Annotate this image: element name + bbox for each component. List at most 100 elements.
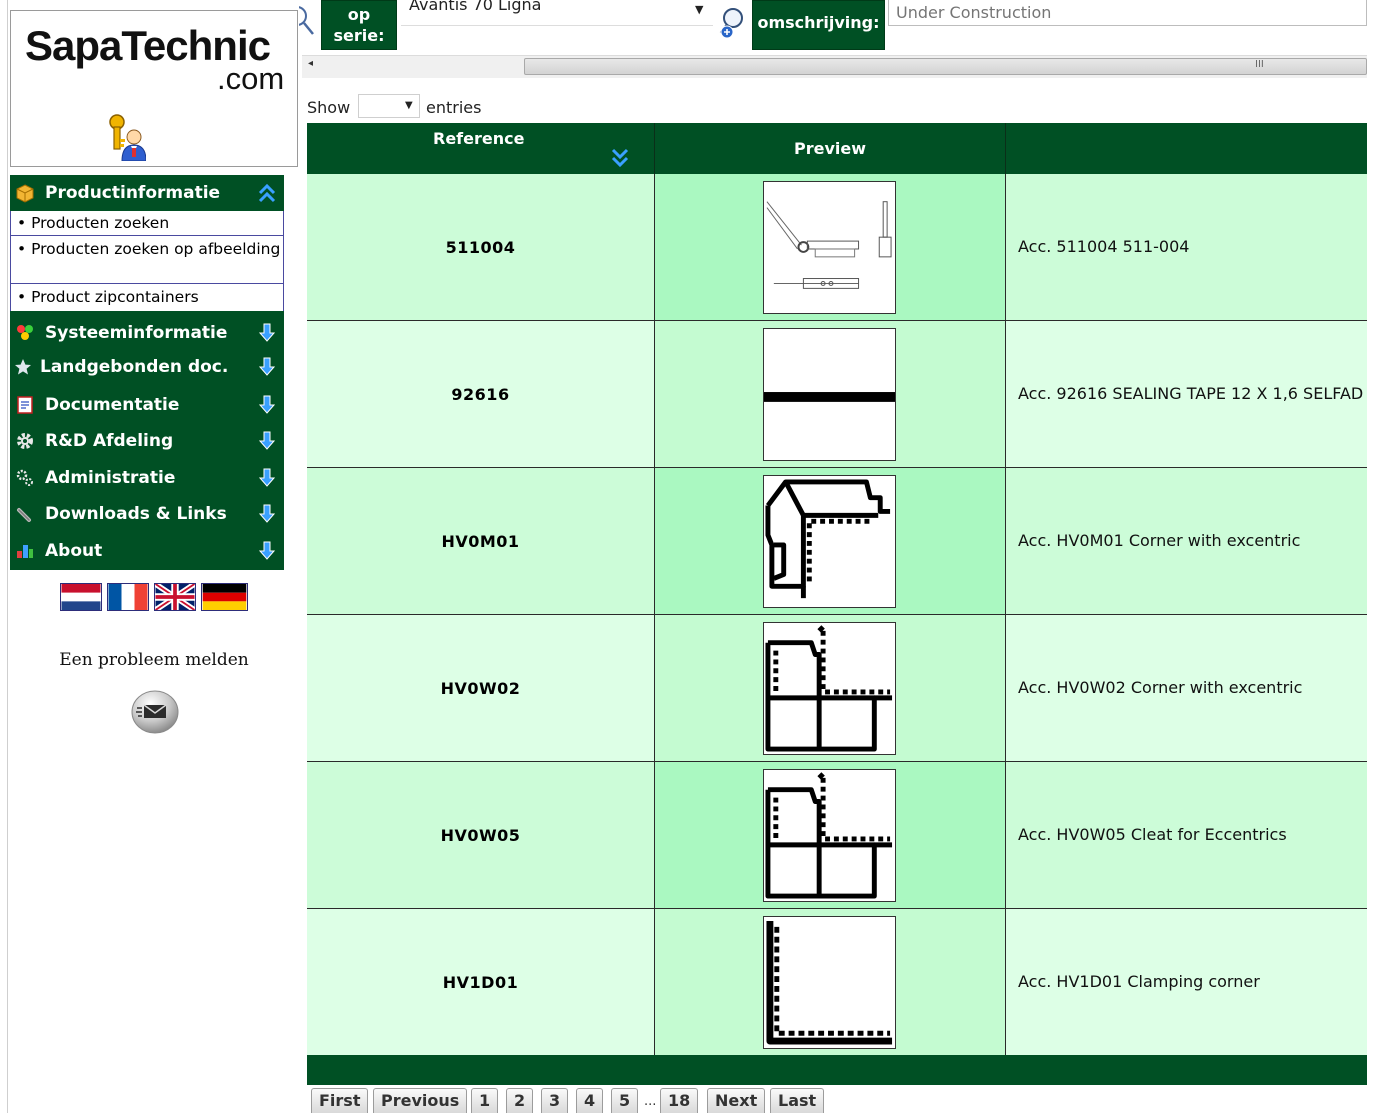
preview-image-hv0m01[interactable]: [763, 475, 896, 608]
arrow-down-icon: [258, 431, 276, 450]
menu-section-label: R&D Afdeling: [45, 431, 174, 451]
cell-reference[interactable]: HV1D01: [307, 909, 654, 1055]
column-header-preview[interactable]: Preview: [655, 123, 1005, 174]
flag-de-icon[interactable]: [201, 583, 248, 611]
menu-section-landgebonden[interactable]: Landgebonden doc.: [10, 351, 284, 387]
cell-description[interactable]: Acc. HV0M01 Corner with excentric: [1006, 468, 1367, 614]
cell-description[interactable]: Acc. HV0W02 Corner with excentric: [1006, 615, 1367, 761]
horizontal-scrollbar[interactable]: ◂ III: [302, 55, 1367, 78]
search-add-icon[interactable]: [717, 6, 747, 40]
preview-image-511004[interactable]: [763, 181, 896, 314]
cell-description[interactable]: Acc. 511004 511-004: [1006, 174, 1367, 320]
menu-section-label: About: [45, 541, 103, 561]
menu-section-downloads-links[interactable]: Downloads & Links: [10, 498, 284, 534]
table-row[interactable]: HV0M01 Acc. HV0M01 Corner with excentric: [307, 468, 1367, 615]
page-2-button[interactable]: 2: [506, 1088, 534, 1113]
user-keys-icon: [109, 114, 146, 161]
arrow-down-icon: [258, 395, 276, 414]
show-label: Show: [307, 98, 351, 117]
flag-nl-icon[interactable]: [60, 583, 102, 611]
cell-reference[interactable]: HV0W05: [307, 762, 654, 908]
cell-reference[interactable]: 511004: [307, 174, 654, 320]
arrow-down-icon: [258, 504, 276, 523]
page-5-button[interactable]: 5: [611, 1088, 639, 1113]
preview-image-92616[interactable]: [763, 328, 896, 461]
table-row[interactable]: 511004 Acc. 511004 511-004: [307, 174, 1367, 321]
mail-icon[interactable]: [131, 688, 179, 734]
page-left-border: [7, 0, 8, 1113]
dropdown-arrow-icon: ▼: [695, 3, 704, 16]
arrow-down-icon: [258, 357, 276, 376]
table-row[interactable]: HV0W05 Acc. HV0W05 Cleat for Eccentrics: [307, 762, 1367, 909]
page-1-button[interactable]: 1: [471, 1088, 499, 1113]
magnifier-icon[interactable]: [299, 4, 317, 38]
preview-image-hv0w05[interactable]: [763, 769, 896, 902]
menu-section-label: Administratie: [45, 468, 176, 488]
description-label: omschrijving:: [752, 0, 885, 50]
scroll-left-arrow-icon[interactable]: ◂: [308, 58, 313, 69]
results-table: Reference Preview 511004 Acc. 511004 511…: [307, 123, 1367, 1085]
cell-description[interactable]: Acc. 92616 SEALING TAPE 12 X 1,6 SELFAD: [1006, 321, 1367, 467]
grip-icon: III: [1255, 59, 1264, 70]
next-page-button[interactable]: Next: [707, 1088, 766, 1113]
table-row[interactable]: HV1D01 Acc. HV1D01 Clamping corner: [307, 909, 1367, 1056]
menu-section-label: Landgebonden doc.: [40, 357, 229, 377]
menu-section-label: Systeeminformatie: [45, 323, 228, 343]
menu-section-documentatie[interactable]: Documentatie: [10, 389, 284, 425]
entries-select[interactable]: ▼: [358, 94, 420, 118]
menu-section-productinformatie[interactable]: Productinformatie: [10, 177, 284, 213]
preview-image-hv1d01[interactable]: [763, 916, 896, 1049]
menu-section-administratie[interactable]: Administratie: [10, 462, 284, 498]
menu-section-rd-afdeling[interactable]: R&D Afdeling: [10, 425, 284, 461]
pagination-ellipsis: ...: [644, 1094, 657, 1109]
arrow-down-icon: [258, 468, 276, 487]
submenu-item-product-zipcontainers[interactable]: • Product zipcontainers: [11, 287, 283, 310]
table-footer: [307, 1055, 1367, 1085]
description-input[interactable]: [888, 0, 1367, 26]
cell-reference[interactable]: 92616: [307, 321, 654, 467]
scrollbar-thumb[interactable]: III: [524, 58, 1367, 75]
gear-icon: [17, 433, 33, 449]
menu-section-label: Documentatie: [45, 395, 180, 415]
flag-uk-icon[interactable]: [154, 583, 196, 611]
previous-page-button[interactable]: Previous: [373, 1088, 468, 1113]
table-row[interactable]: HV0W02 Acc. HV0W02 Corner with excentric: [307, 615, 1367, 762]
main-menu: Productinformatie • Producten zoeken • P…: [10, 175, 284, 570]
arrow-down-icon: [258, 541, 276, 560]
cell-preview: [655, 321, 1005, 467]
cell-preview: [655, 174, 1005, 320]
brand-logo[interactable]: SapaTechnic .com: [10, 10, 298, 167]
last-page-button[interactable]: Last: [770, 1088, 825, 1113]
column-header-reference[interactable]: Reference: [307, 123, 654, 174]
cell-preview: [655, 762, 1005, 908]
filter-bar: op serie: Avantis 70 Ligna ▼ omschrijvin…: [299, 0, 1367, 52]
column-header-description[interactable]: [1006, 123, 1367, 174]
link-icon: [17, 508, 31, 522]
menu-section-systeeminformatie[interactable]: Systeeminformatie: [10, 317, 284, 353]
double-chevron-up-icon: [258, 183, 276, 203]
page-4-button[interactable]: 4: [576, 1088, 604, 1113]
page-18-button[interactable]: 18: [660, 1088, 699, 1113]
flag-fr-icon[interactable]: [107, 583, 149, 611]
submenu-item-producten-zoeken-afbeelding[interactable]: • Producten zoeken op afbeelding: [11, 239, 283, 284]
box-icon: [16, 184, 34, 203]
submenu-item-producten-zoeken[interactable]: • Producten zoeken: [11, 213, 283, 236]
cell-preview: [655, 909, 1005, 1055]
cell-description[interactable]: Acc. HV1D01 Clamping corner: [1006, 909, 1367, 1055]
preview-image-hv0w02[interactable]: [763, 622, 896, 755]
document-icon: [17, 396, 33, 414]
cell-description[interactable]: Acc. HV0W05 Cleat for Eccentrics: [1006, 762, 1367, 908]
first-page-button[interactable]: First: [311, 1088, 369, 1113]
cell-reference[interactable]: HV0W02: [307, 615, 654, 761]
report-problem-label[interactable]: Een probleem melden: [10, 650, 298, 670]
series-label: op serie:: [321, 0, 397, 50]
cell-reference[interactable]: HV0M01: [307, 468, 654, 614]
entries-label: entries: [426, 98, 482, 117]
menu-section-about[interactable]: About: [10, 535, 284, 571]
menu-section-label: Productinformatie: [45, 183, 221, 203]
series-select[interactable]: Avantis 70 Ligna ▼: [401, 0, 713, 26]
cell-preview: [655, 468, 1005, 614]
page-3-button[interactable]: 3: [541, 1088, 569, 1113]
arrow-down-icon: [258, 323, 276, 342]
table-row[interactable]: 92616 Acc. 92616 SEALING TAPE 12 X 1,6 S…: [307, 321, 1367, 468]
